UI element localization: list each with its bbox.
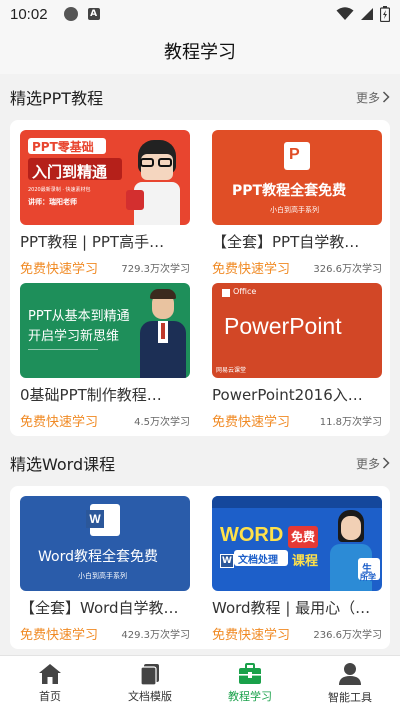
word-logo-icon: W — [86, 504, 120, 536]
free-learn-label: 免费快速学习 — [20, 261, 99, 277]
content-scroll[interactable]: 精选PPT教程 更多 PPT零基础 入门到精通 2020最新录制 · 快速素材包… — [0, 74, 400, 655]
page-title: 教程学习 — [164, 42, 236, 63]
learn-count: 729.3万次学习 — [121, 263, 190, 275]
cellular-icon — [361, 8, 373, 20]
course-name: PowerPoint2016入… — [212, 386, 363, 404]
course-item[interactable]: PPT从基本到精通 开启学习新思维 0基础PPT制作教程… 免费快速学习 4.5… — [20, 283, 190, 430]
learn-count: 4.5万次学习 — [134, 416, 190, 428]
more-link-word[interactable]: 更多 — [356, 455, 390, 472]
course-name: Word教程 | 最用心（… — [212, 599, 371, 617]
thumb-text: 免费 — [291, 530, 316, 544]
powerpoint-logo-icon: P — [284, 142, 310, 170]
tab-label: 首页 — [39, 690, 61, 703]
course-name: 【全套】PPT自学教… — [212, 233, 360, 251]
tab-tools[interactable]: 智能工具 — [300, 656, 400, 711]
thumb-text: 入门到精通 — [32, 163, 108, 181]
office-logo-icon — [222, 289, 230, 297]
free-learn-label: 免费快速学习 — [212, 414, 291, 430]
learn-count: 236.6万次学习 — [313, 629, 382, 641]
presenter-illustration — [138, 289, 186, 378]
course-card-ppt: PPT零基础 入门到精通 2020最新录制 · 快速素材包 讲师：瑞阳老师 PP… — [10, 120, 390, 436]
app-bar: 教程学习 — [0, 28, 400, 74]
course-thumbnail: W Word教程全套免费 小白到高手系列 — [20, 496, 190, 591]
document-icon — [140, 664, 159, 685]
status-circle-icon — [63, 7, 78, 21]
thumb-text: 小白到高手系列 — [78, 572, 127, 580]
course-thumbnail: PPT从基本到精通 开启学习新思维 — [20, 283, 190, 378]
thumb-text: 课程 — [292, 554, 319, 569]
status-bar: 10:02 A — [0, 0, 400, 28]
thumb-text: PowerPoint — [224, 313, 342, 339]
course-thumbnail: WORD 免费 文档处理 课程 W 生 所学 — [212, 496, 382, 591]
more-label: 更多 — [355, 456, 380, 471]
course-item[interactable]: Office PowerPoint 网易云课堂 PowerPoint2016入…… — [212, 283, 382, 430]
course-item[interactable]: WORD 免费 文档处理 课程 W 生 所学 Word教程 | 最用心（… 免费… — [212, 496, 382, 643]
thumb-text: 文档处理 — [238, 555, 278, 566]
course-item[interactable]: PPT零基础 入门到精通 2020最新录制 · 快速素材包 讲师：瑞阳老师 PP… — [20, 130, 190, 277]
chevron-right-icon — [382, 457, 390, 469]
thumb-text: PPT从基本到精通 — [28, 309, 130, 324]
thumb-text: PPT教程全套免费 — [232, 183, 347, 199]
status-time: 10:02 — [10, 5, 48, 23]
home-icon — [39, 664, 61, 684]
free-learn-label: 免费快速学习 — [212, 261, 291, 277]
thumb-text: 所学 — [360, 573, 376, 582]
section-header-ppt: 精选PPT教程 更多 — [0, 74, 400, 120]
course-item[interactable]: P PPT教程全套免费 小白到高手系列 【全套】PPT自学教… 免费快速学习 3… — [212, 130, 382, 277]
more-label: 更多 — [355, 90, 380, 105]
bottom-tab-bar: 首页 文档模版 教程学习 智能工具 — [0, 655, 400, 711]
course-card-word: W Word教程全套免费 小白到高手系列 【全套】Word自学教… 免费快速学习… — [10, 486, 390, 649]
course-name: 【全套】Word自学教… — [20, 599, 179, 617]
wifi-icon — [336, 7, 354, 20]
thumb-text: 网易云课堂 — [216, 367, 247, 374]
course-name: 0基础PPT制作教程… — [20, 386, 162, 404]
tab-home[interactable]: 首页 — [0, 656, 100, 711]
section-title: 精选Word课程 — [10, 455, 116, 474]
course-thumbnail: PPT零基础 入门到精通 2020最新录制 · 快速素材包 讲师：瑞阳老师 — [20, 130, 190, 225]
more-link-ppt[interactable]: 更多 — [356, 89, 390, 106]
user-icon — [339, 663, 361, 685]
word-logo-icon: W — [220, 554, 234, 568]
section-header-word: 精选Word课程 更多 — [0, 440, 400, 486]
thumb-text: Word教程全套免费 — [38, 549, 158, 565]
thumb-text: 2020最新录制 · 快速素材包 — [28, 187, 91, 193]
learn-count: 429.3万次学习 — [121, 629, 190, 641]
course-item[interactable]: W Word教程全套免费 小白到高手系列 【全套】Word自学教… 免费快速学习… — [20, 496, 190, 643]
learn-count: 326.6万次学习 — [313, 263, 382, 275]
thumb-text: Office — [233, 287, 257, 296]
thumb-text: 讲师：瑞阳老师 — [28, 198, 77, 206]
tab-label: 文档模版 — [128, 690, 172, 703]
tab-templates[interactable]: 文档模版 — [100, 656, 200, 711]
thumb-text: PPT零基础 — [32, 140, 94, 154]
course-thumbnail: Office PowerPoint 网易云课堂 — [212, 283, 382, 378]
toolbox-icon — [239, 663, 261, 684]
tab-tutorials[interactable]: 教程学习 — [200, 656, 300, 711]
tab-label: 智能工具 — [328, 691, 372, 704]
battery-icon — [380, 6, 390, 22]
tab-label: 教程学习 — [228, 690, 272, 703]
free-learn-label: 免费快速学习 — [20, 627, 99, 643]
character-illustration — [126, 140, 180, 225]
course-name: PPT教程 | PPT高手… — [20, 233, 165, 251]
free-learn-label: 免费快速学习 — [212, 627, 291, 643]
thumb-text: 开启学习新思维 — [28, 329, 120, 344]
chevron-right-icon — [382, 91, 390, 103]
learn-count: 11.8万次学习 — [319, 416, 382, 428]
section-title: 精选PPT教程 — [10, 89, 104, 108]
thumb-text: WORD — [220, 524, 284, 546]
status-a-icon: A — [87, 8, 100, 20]
course-thumbnail: P PPT教程全套免费 小白到高手系列 — [212, 130, 382, 225]
free-learn-label: 免费快速学习 — [20, 414, 99, 430]
thumb-text: 小白到高手系列 — [270, 206, 319, 214]
